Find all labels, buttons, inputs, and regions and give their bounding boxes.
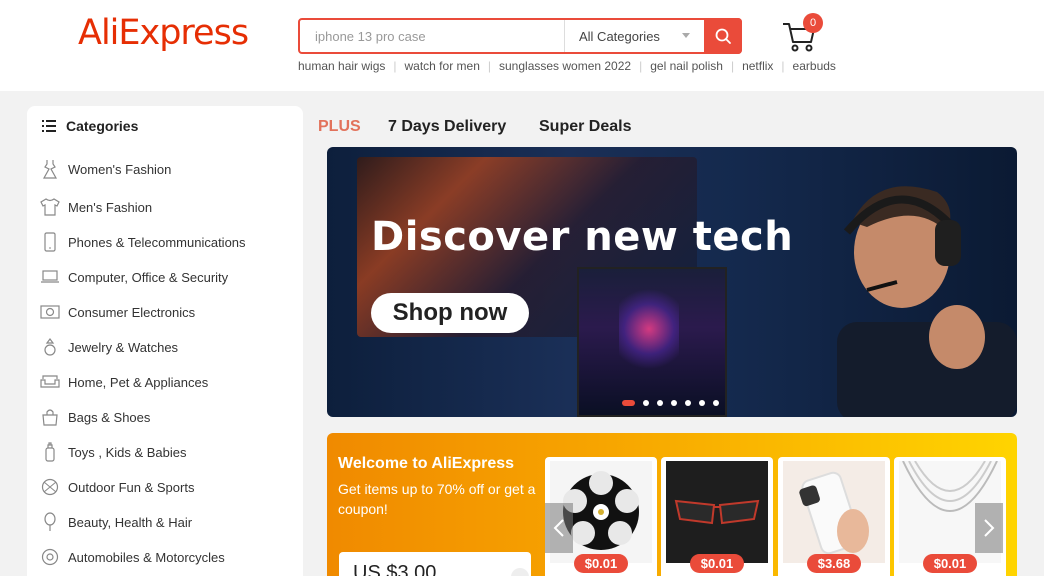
arrow-right-icon bbox=[511, 568, 529, 576]
camera-icon bbox=[40, 302, 60, 322]
sidebar-item-phones[interactable]: Phones & Telecommunications bbox=[40, 230, 246, 254]
carousel-dot[interactable] bbox=[622, 400, 635, 406]
ball-icon bbox=[40, 477, 60, 497]
carousel-dots bbox=[622, 400, 727, 406]
sidebar-item-mens-fashion[interactable]: Men's Fashion bbox=[40, 195, 152, 219]
phone-icon bbox=[40, 232, 60, 252]
chevron-down-icon bbox=[682, 33, 690, 38]
list-icon bbox=[42, 120, 56, 132]
sidebar-item-automobiles[interactable]: Automobiles & Motorcycles bbox=[40, 545, 225, 569]
sidebar-item-label: Toys , Kids & Babies bbox=[68, 444, 187, 460]
chevron-left-icon bbox=[553, 519, 564, 537]
sidebar-item-label: Automobiles & Motorcycles bbox=[68, 549, 225, 565]
welcome-title: Welcome to AliExpress bbox=[338, 455, 515, 472]
dress-icon bbox=[40, 159, 60, 179]
sidebar-item-label: Home, Pet & Appliances bbox=[68, 374, 209, 390]
sidebar-item-label: Women's Fashion bbox=[68, 161, 172, 177]
mirror-icon bbox=[40, 512, 60, 532]
sidebar-item-outdoor[interactable]: Outdoor Fun & Sports bbox=[40, 475, 194, 499]
sidebar-item-toys[interactable]: Toys , Kids & Babies bbox=[40, 440, 187, 464]
tab-7-days-delivery[interactable]: 7 Days Delivery bbox=[388, 118, 506, 136]
category-select[interactable]: All Categories bbox=[564, 20, 704, 52]
product-card[interactable]: $3.68 bbox=[778, 457, 890, 576]
category-sidebar: Categories Women's Fashion Men's Fashion… bbox=[27, 106, 303, 576]
sidebar-item-home[interactable]: Home, Pet & Appliances bbox=[40, 370, 208, 394]
category-select-value: All Categories bbox=[579, 28, 660, 44]
carousel-dot[interactable] bbox=[657, 400, 663, 406]
banner-pc-graphic bbox=[577, 267, 727, 417]
carousel-dot[interactable] bbox=[699, 400, 705, 406]
product-price: $0.01 bbox=[574, 554, 628, 573]
laptop-icon bbox=[40, 267, 60, 287]
sidebar-item-womens-fashion[interactable]: Women's Fashion bbox=[40, 157, 171, 181]
carousel-next-button[interactable] bbox=[975, 503, 1003, 553]
bottle-icon bbox=[40, 442, 60, 462]
product-price: $0.01 bbox=[690, 554, 744, 573]
product-price: $3.68 bbox=[807, 554, 861, 573]
carousel-dot[interactable] bbox=[685, 400, 691, 406]
ring-icon bbox=[40, 337, 60, 357]
categories-heading: Categories bbox=[42, 118, 138, 134]
hot-keywords: human hair wigs | watch for men | sunglass… bbox=[298, 59, 836, 73]
sidebar-item-label: Men's Fashion bbox=[68, 199, 153, 215]
banner-gamer-graphic bbox=[837, 186, 1017, 417]
sidebar-item-consumer-electronics[interactable]: Consumer Electronics bbox=[40, 300, 195, 324]
banner-title: Discover new tech bbox=[371, 214, 794, 260]
hero-banner[interactable]: Discover new tech Shop now bbox=[327, 147, 1017, 417]
search-input[interactable] bbox=[300, 20, 564, 52]
shop-now-button[interactable]: Shop now bbox=[371, 293, 529, 333]
sidebar-item-label: Jewelry & Watches bbox=[68, 339, 179, 355]
glasses-image bbox=[666, 461, 768, 563]
chevron-right-icon bbox=[984, 519, 995, 537]
aliexpress-logo[interactable]: AliExpress bbox=[78, 13, 249, 53]
hot-keyword[interactable]: human hair wigs bbox=[298, 59, 385, 73]
sidebar-item-label: Phones & Telecommunications bbox=[68, 234, 246, 250]
welcome-subtitle: Get items up to 70% off or get a coupon! bbox=[338, 481, 536, 517]
categories-title: Categories bbox=[66, 118, 139, 134]
sidebar-item-label: Computer, Office & Security bbox=[68, 269, 229, 285]
carousel-dot[interactable] bbox=[643, 400, 649, 406]
carousel-dot[interactable] bbox=[713, 400, 719, 406]
sidebar-item-label: Beauty, Health & Hair bbox=[68, 514, 193, 530]
top-header: AliExpress All Categories human hair wig… bbox=[0, 0, 1044, 91]
hot-keyword[interactable]: sunglasses women 2022 bbox=[499, 59, 631, 73]
tab-plus[interactable]: PLUS bbox=[318, 118, 361, 136]
welcome-section: Welcome to AliExpress Get items up to 70… bbox=[327, 433, 1017, 576]
search-icon bbox=[715, 28, 731, 44]
sidebar-item-computer[interactable]: Computer, Office & Security bbox=[40, 265, 228, 289]
wheel-icon bbox=[40, 547, 60, 567]
shirt-icon bbox=[40, 197, 60, 217]
hot-keyword[interactable]: gel nail polish bbox=[650, 59, 723, 73]
sidebar-item-label: Bags & Shoes bbox=[68, 409, 151, 425]
search-button[interactable] bbox=[704, 18, 742, 54]
hot-keyword[interactable]: watch for men bbox=[405, 59, 480, 73]
search-bar: All Categories bbox=[298, 18, 742, 54]
sidebar-item-label: Consumer Electronics bbox=[68, 304, 196, 320]
product-card[interactable]: $0.01 bbox=[661, 457, 773, 576]
product-price: $0.01 bbox=[923, 554, 977, 573]
sidebar-item-label: Outdoor Fun & Sports bbox=[68, 479, 195, 495]
coupon-value: US $3.00 bbox=[353, 562, 437, 576]
carousel-dot[interactable] bbox=[671, 400, 677, 406]
phone-case-image bbox=[783, 461, 885, 563]
cart-count-badge: 0 bbox=[803, 13, 823, 33]
sidebar-item-bags-shoes[interactable]: Bags & Shoes bbox=[40, 405, 150, 429]
bag-icon bbox=[40, 407, 60, 427]
carousel-prev-button[interactable] bbox=[545, 503, 573, 553]
hot-keyword[interactable]: netflix bbox=[742, 59, 773, 73]
tab-super-deals[interactable]: Super Deals bbox=[539, 118, 631, 136]
sidebar-item-beauty[interactable]: Beauty, Health & Hair bbox=[40, 510, 192, 534]
sidebar-item-jewelry[interactable]: Jewelry & Watches bbox=[40, 335, 178, 359]
sofa-icon bbox=[40, 372, 60, 392]
coupon-card[interactable]: US $3.00 bbox=[339, 552, 531, 576]
hot-keyword[interactable]: earbuds bbox=[793, 59, 836, 73]
